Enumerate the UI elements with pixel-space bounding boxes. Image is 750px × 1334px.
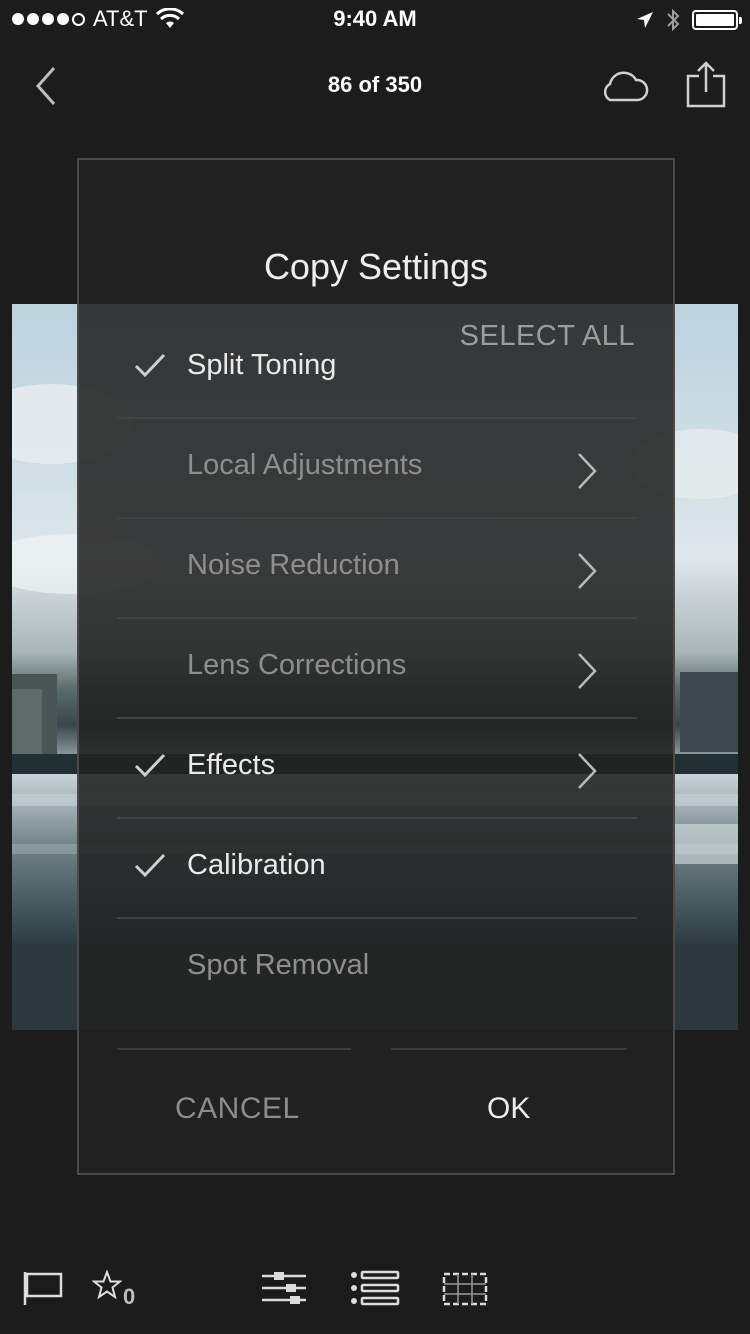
share-button[interactable] [684,60,728,110]
star-icon[interactable] [92,1270,122,1300]
sliders-icon[interactable] [260,1270,308,1306]
list-item-label: Noise Reduction [187,549,400,581]
copy-settings-dialog: Copy Settings SELECT ALL Split Toning Lo… [77,158,675,1175]
checkmark-icon [134,853,166,878]
cloud-sync-button[interactable] [598,66,650,106]
location-arrow-icon [637,12,653,28]
star-count: 0 [123,1284,136,1309]
chevron-right-icon [578,753,597,789]
checkmark-icon [134,753,166,778]
status-bar: AT&T 9:40 AM [0,0,750,40]
chevron-right-icon [578,653,597,689]
settings-list[interactable]: Split Toning Local Adjustments Noise Red… [117,340,637,1030]
list-item-label: Split Toning [187,349,337,381]
chevron-right-icon [578,553,597,589]
bottom-toolbar: 0 [0,1250,750,1334]
checkmark-icon [134,353,166,378]
list-item-noise-reduction[interactable]: Noise Reduction [117,519,637,619]
button-divider [117,1048,351,1050]
list-item-label: Lens Corrections [187,649,407,681]
bluetooth-icon [667,8,680,32]
crop-icon[interactable] [440,1270,490,1308]
dialog-title: Copy Settings [263,246,489,287]
list-item-lens-corrections[interactable]: Lens Corrections [117,619,637,719]
cancel-button[interactable]: CANCEL [175,1092,300,1126]
button-divider [391,1048,627,1050]
battery-icon [692,10,742,30]
list-item-split-toning[interactable]: Split Toning [117,340,637,419]
status-right [636,8,742,32]
chevron-right-icon [578,453,597,489]
list-item-calibration[interactable]: Calibration [117,819,637,919]
list-icon[interactable] [350,1270,400,1306]
flag-icon[interactable] [22,1270,64,1306]
list-item-label: Calibration [187,849,326,881]
list-item-spot-removal[interactable]: Spot Removal [117,919,637,1019]
list-item-label: Spot Removal [187,949,370,981]
list-item-effects[interactable]: Effects [117,719,637,819]
nav-bar: 86 of 350 [0,50,750,120]
list-item-label: Local Adjustments [187,449,423,481]
ok-button[interactable]: OK [487,1092,530,1126]
list-item-local-adjustments[interactable]: Local Adjustments [117,419,637,519]
list-item-label: Effects [187,749,276,781]
